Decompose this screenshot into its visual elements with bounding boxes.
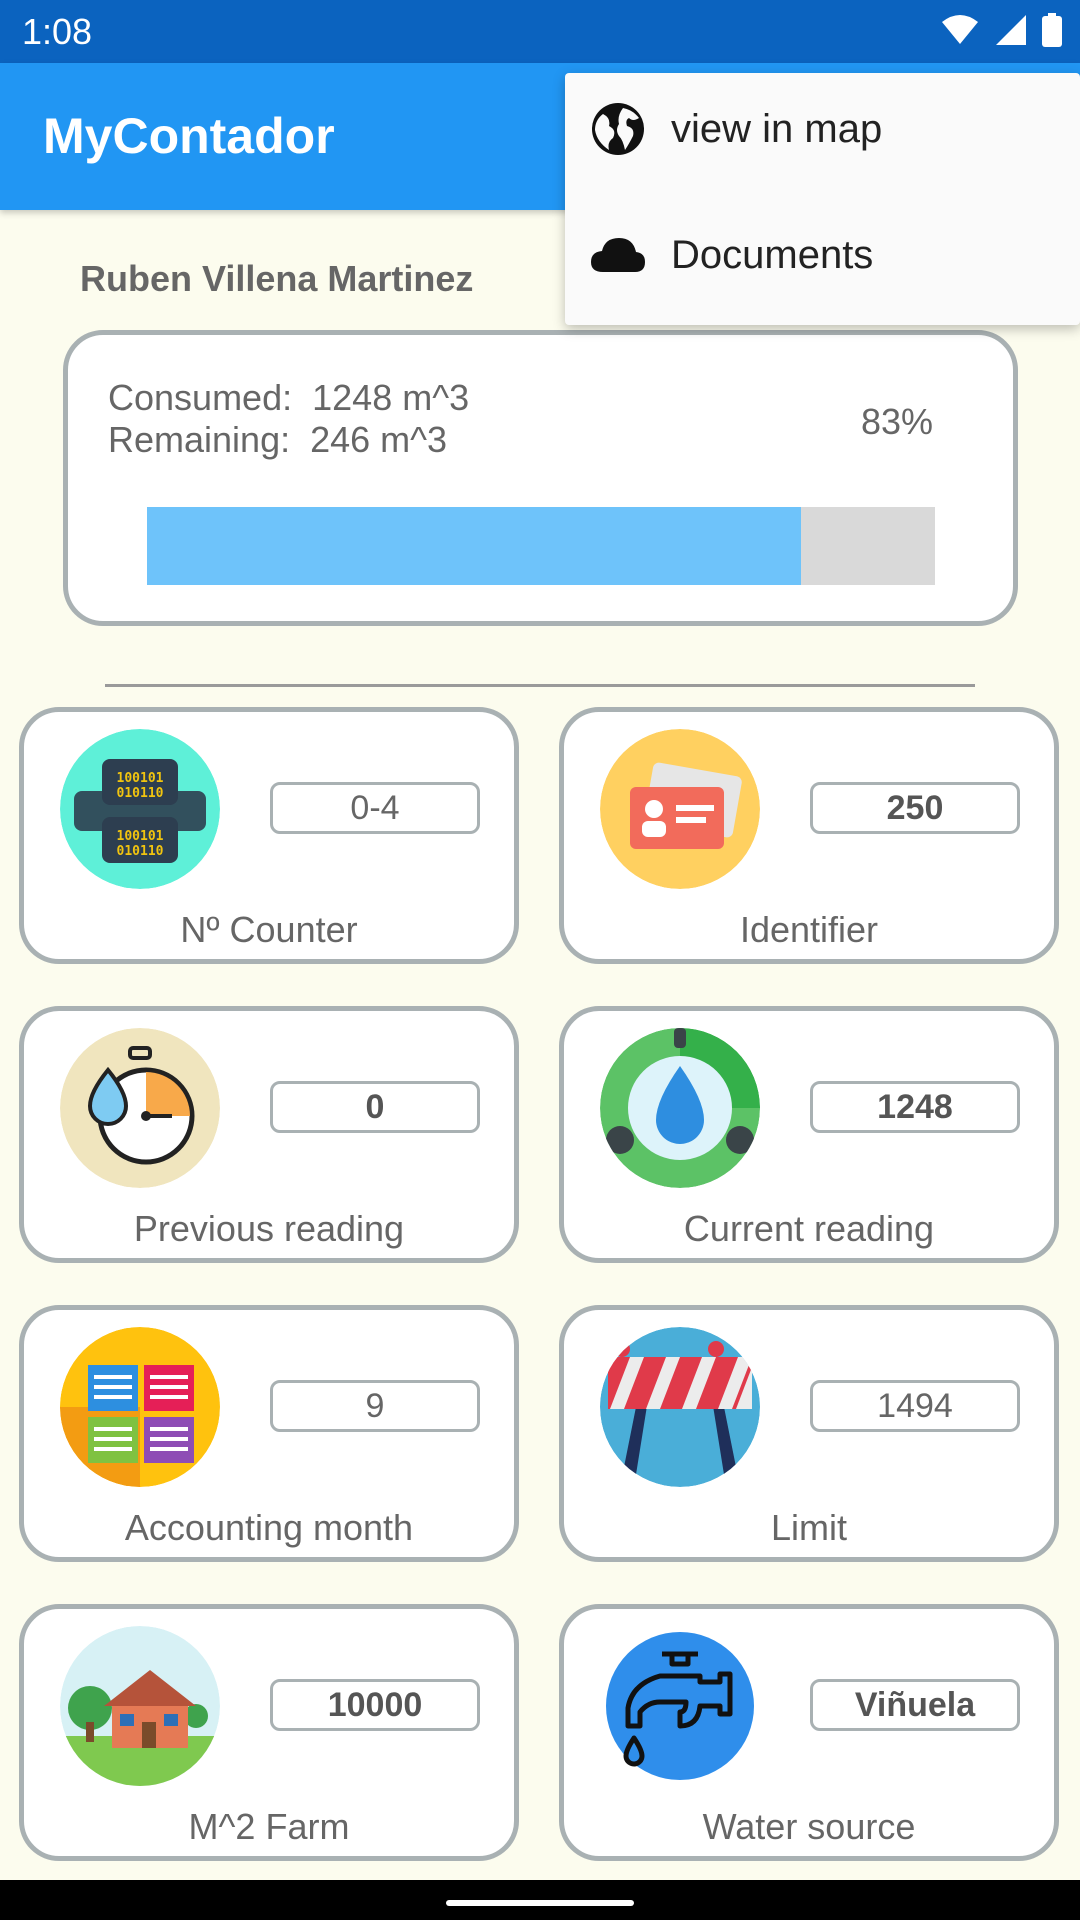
status-bar: 1:08 bbox=[0, 0, 1080, 63]
tile-value: Viñuela bbox=[810, 1679, 1020, 1731]
app-title: MyContador bbox=[43, 108, 335, 164]
id-card-icon bbox=[600, 729, 760, 889]
water-drop-ring-icon bbox=[600, 1028, 760, 1188]
tile-value: 250 bbox=[810, 782, 1020, 834]
tile-value: 0 bbox=[270, 1081, 480, 1133]
cloud-icon bbox=[591, 238, 645, 272]
navigation-bar bbox=[0, 1880, 1080, 1920]
tile-value: 1494 bbox=[810, 1380, 1020, 1432]
divider bbox=[105, 684, 975, 687]
tile-label: Nº Counter bbox=[180, 909, 358, 950]
binary-counter-icon: 100101 010110 100101 010110 bbox=[60, 729, 220, 889]
menu-item-label: view in map bbox=[671, 107, 883, 151]
tile-identifier[interactable]: 250 Identifier bbox=[559, 707, 1059, 964]
stopwatch-water-icon bbox=[60, 1028, 220, 1188]
tile-farm-area[interactable]: 10000 M^2 Farm bbox=[19, 1604, 519, 1861]
menu-item-documents[interactable]: Documents bbox=[565, 199, 1080, 309]
svg-text:010110: 010110 bbox=[117, 844, 164, 859]
globe-icon bbox=[592, 103, 644, 155]
signal-icon bbox=[996, 15, 1026, 45]
user-name: Ruben Villena Martinez bbox=[80, 258, 474, 299]
menu-item-label: Documents bbox=[671, 233, 874, 277]
remaining-line: Remaining: 246 m^3 bbox=[108, 419, 447, 461]
tile-previous-reading[interactable]: 0 Previous reading bbox=[19, 1006, 519, 1263]
home-gesture-handle[interactable] bbox=[446, 1900, 634, 1906]
consumed-line: Consumed: 1248 m^3 bbox=[108, 377, 469, 419]
tile-value: 1248 bbox=[810, 1081, 1020, 1133]
tile-label: Limit bbox=[770, 1507, 847, 1548]
tile-label: M^2 Farm bbox=[188, 1806, 350, 1847]
water-tap-icon bbox=[600, 1626, 760, 1786]
tile-label: Current reading bbox=[683, 1208, 935, 1249]
tile-limit[interactable]: 1494 Limit bbox=[559, 1305, 1059, 1562]
battery-icon bbox=[1042, 13, 1062, 47]
consumed-value: 1248 m^3 bbox=[312, 377, 470, 418]
wifi-icon bbox=[942, 15, 978, 44]
overflow-menu: view in map Documents bbox=[565, 73, 1080, 325]
tile-accounting-month[interactable]: 9 Accounting month bbox=[19, 1305, 519, 1562]
tile-value: 10000 bbox=[270, 1679, 480, 1731]
tile-counter[interactable]: 100101 010110 100101 010110 0-4 Nº Count… bbox=[19, 707, 519, 964]
tile-label: Accounting month bbox=[124, 1507, 414, 1548]
calendar-notes-icon bbox=[60, 1327, 220, 1487]
tile-label: Previous reading bbox=[133, 1208, 405, 1249]
usage-progress-bar bbox=[147, 507, 935, 585]
svg-text:100101: 100101 bbox=[117, 829, 164, 844]
consumed-label: Consumed: bbox=[108, 377, 293, 418]
tile-water-source[interactable]: Viñuela Water source bbox=[559, 1604, 1059, 1861]
tile-label: Water source bbox=[702, 1806, 916, 1847]
menu-item-view-in-map[interactable]: view in map bbox=[565, 73, 1080, 183]
svg-text:100101: 100101 bbox=[117, 771, 164, 786]
tile-value: 9 bbox=[270, 1380, 480, 1432]
svg-text:010110: 010110 bbox=[117, 786, 164, 801]
tile-current-reading[interactable]: 1248 Current reading bbox=[559, 1006, 1059, 1263]
roadblock-icon bbox=[600, 1327, 760, 1487]
usage-percent: 83% bbox=[860, 401, 933, 442]
status-time: 1:08 bbox=[22, 11, 93, 52]
farm-house-icon bbox=[60, 1626, 220, 1786]
tile-label: Identifier bbox=[739, 909, 879, 950]
usage-progress-fill bbox=[147, 507, 802, 585]
remaining-value: 246 m^3 bbox=[310, 419, 448, 460]
usage-card: Consumed: 1248 m^3 Remaining: 246 m^3 83… bbox=[63, 330, 1018, 626]
tile-value: 0-4 bbox=[270, 782, 480, 834]
remaining-label: Remaining: bbox=[108, 419, 291, 460]
status-icons bbox=[940, 13, 1062, 47]
